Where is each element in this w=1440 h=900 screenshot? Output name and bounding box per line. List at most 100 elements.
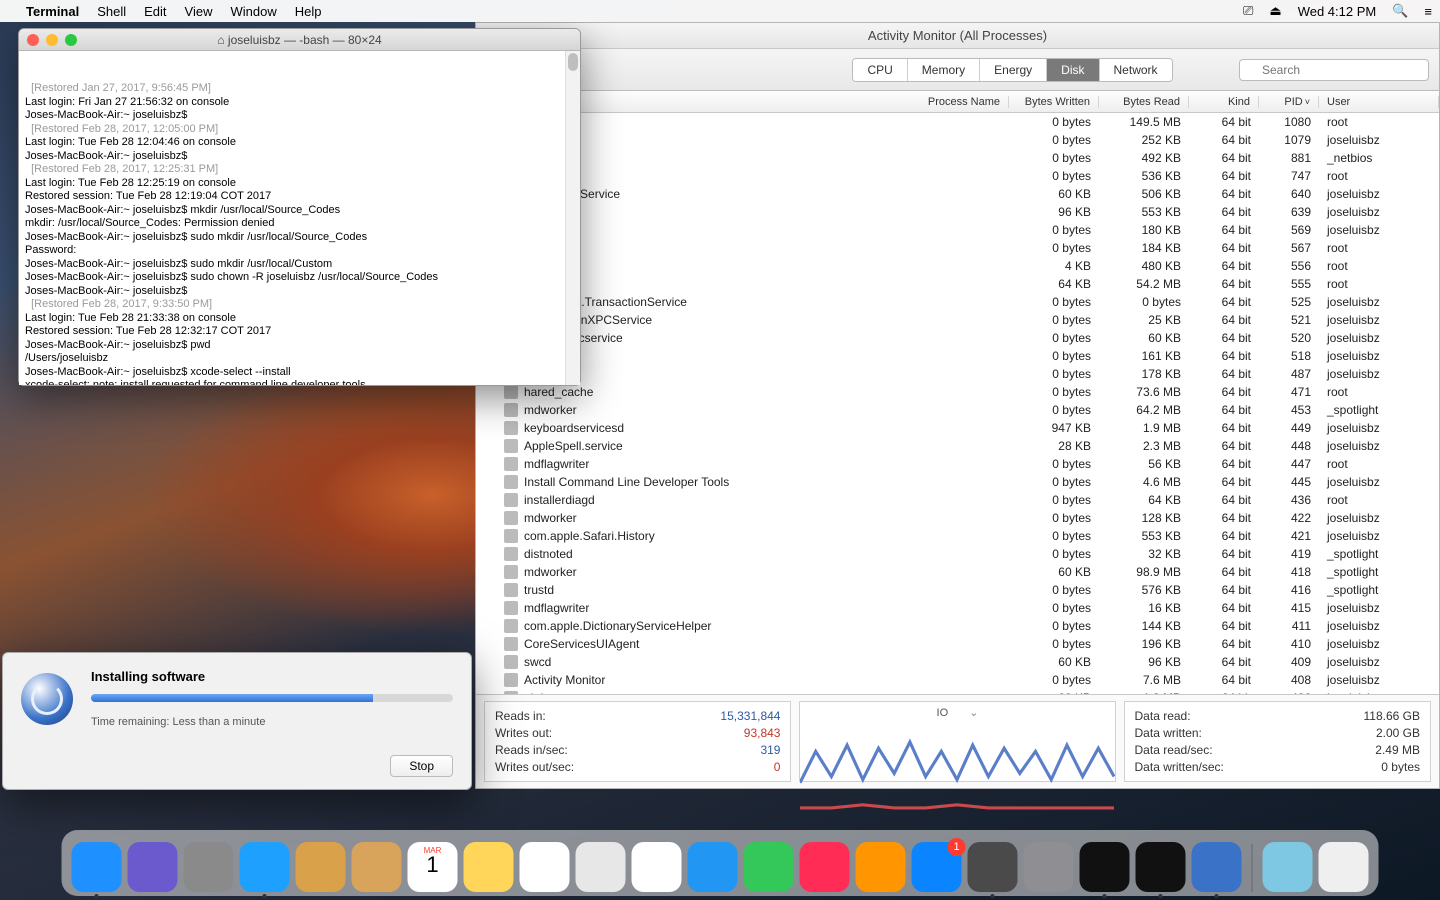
airplay-icon[interactable]: ⎚ bbox=[1243, 3, 1253, 19]
table-row[interactable]: CoreServicesUIAgent 0 bytes 196 KB 64 bi… bbox=[476, 635, 1439, 653]
stop-button[interactable]: Stop bbox=[390, 755, 453, 777]
menu-help[interactable]: Help bbox=[295, 4, 322, 19]
cell-bytes-read: 4.6 MB bbox=[1099, 475, 1189, 489]
table-row[interactable]: com.apple.DictionaryServiceHelper 0 byte… bbox=[476, 617, 1439, 635]
dock-downloads[interactable] bbox=[1263, 842, 1313, 892]
table-row[interactable]: mdflagwriter 0 bytes 16 KB 64 bit 415 jo… bbox=[476, 599, 1439, 617]
notification-center-icon[interactable]: ≡ bbox=[1424, 4, 1432, 19]
menu-window[interactable]: Window bbox=[231, 4, 277, 19]
col-pid[interactable]: PID˅ bbox=[1259, 96, 1319, 108]
dock-photos[interactable] bbox=[632, 842, 682, 892]
menu-edit[interactable]: Edit bbox=[144, 4, 166, 19]
dock-installer[interactable] bbox=[1192, 842, 1242, 892]
search-input[interactable] bbox=[1239, 59, 1429, 81]
menubar: Terminal Shell Edit View Window Help ⎚ ⏏… bbox=[0, 0, 1440, 22]
table-row[interactable]: o 4 KB 480 KB 64 bit 556 root bbox=[476, 257, 1439, 275]
table-row[interactable]: tics 0 bytes 149.5 MB 64 bit 1080 root bbox=[476, 113, 1439, 131]
cell-bytes-read: 492 KB bbox=[1099, 151, 1189, 165]
table-row[interactable]: trustd 0 bytes 576 KB 64 bit 416 _spotli… bbox=[476, 581, 1439, 599]
dock-sublime[interactable] bbox=[968, 842, 1018, 892]
tab-energy[interactable]: Energy bbox=[980, 59, 1047, 81]
dock-terminal[interactable] bbox=[1080, 842, 1130, 892]
menu-shell[interactable]: Shell bbox=[97, 4, 126, 19]
table-row[interactable]: swcd 60 KB 96 KB 64 bit 409 joseluisbz bbox=[476, 653, 1439, 671]
app-menu[interactable]: Terminal bbox=[26, 4, 79, 19]
dock-finder[interactable] bbox=[72, 842, 122, 892]
dock-syspref[interactable] bbox=[1024, 842, 1074, 892]
dock-ibooks[interactable] bbox=[856, 842, 906, 892]
table-row[interactable]: er 0 bytes 184 KB 64 bit 567 root bbox=[476, 239, 1439, 257]
process-icon bbox=[504, 565, 518, 579]
process-table[interactable]: Process Name Bytes Written Bytes Read Ki… bbox=[476, 91, 1439, 694]
dock-calendar[interactable]: MAR1 bbox=[408, 842, 458, 892]
col-user[interactable]: User bbox=[1319, 96, 1439, 108]
cell-kind: 64 bit bbox=[1189, 295, 1259, 309]
menu-view[interactable]: View bbox=[185, 4, 213, 19]
table-row[interactable]: installerdiagd 0 bytes 64 KB 64 bit 436 … bbox=[476, 491, 1439, 509]
close-icon[interactable] bbox=[27, 34, 39, 46]
scrollbar-thumb[interactable] bbox=[568, 53, 578, 71]
table-row[interactable]: 0 bytes 492 KB 64 bit 881 _netbios bbox=[476, 149, 1439, 167]
graph-menu-icon[interactable]: ⌄ bbox=[969, 707, 978, 719]
table-header[interactable]: Process Name Bytes Written Bytes Read Ki… bbox=[476, 91, 1439, 113]
table-row[interactable]: 0 bytes 536 KB 64 bit 747 root bbox=[476, 167, 1439, 185]
dock-maps[interactable] bbox=[576, 842, 626, 892]
clock[interactable]: Wed 4:12 PM bbox=[1298, 4, 1377, 19]
dock-trash[interactable] bbox=[1319, 842, 1369, 892]
table-row[interactable]: distnoted 0 bytes 32 KB 64 bit 419 _spot… bbox=[476, 545, 1439, 563]
cell-kind: 64 bit bbox=[1189, 367, 1259, 381]
col-bytes-read[interactable]: Bytes Read bbox=[1099, 96, 1189, 108]
table-row[interactable]: Activity Monitor 0 bytes 7.6 MB 64 bit 4… bbox=[476, 671, 1439, 689]
table-row[interactable]: com.apple.Safari.History 0 bytes 553 KB … bbox=[476, 527, 1439, 545]
dock-messages[interactable] bbox=[688, 842, 738, 892]
dock-appstore[interactable]: 1 bbox=[912, 842, 962, 892]
col-kind[interactable]: Kind bbox=[1189, 96, 1259, 108]
dock-mail[interactable] bbox=[296, 842, 346, 892]
dock-safari[interactable] bbox=[240, 842, 290, 892]
io-graph[interactable]: IO ⌄ bbox=[799, 701, 1115, 782]
table-row[interactable]: 0 bytes 178 KB 64 bit 487 joseluisbz bbox=[476, 365, 1439, 383]
cell-bytes-written: 60 KB bbox=[1009, 187, 1099, 201]
dock-facetime[interactable] bbox=[744, 842, 794, 892]
dock-separator bbox=[1252, 844, 1253, 892]
dock-reminders[interactable] bbox=[520, 842, 570, 892]
dock-siri[interactable] bbox=[128, 842, 178, 892]
table-row[interactable]: 0 bytes 161 KB 64 bit 518 joseluisbz bbox=[476, 347, 1439, 365]
zoom-icon[interactable] bbox=[65, 34, 77, 46]
table-row[interactable]: mdworker 0 bytes 64.2 MB 64 bit 453 _spo… bbox=[476, 401, 1439, 419]
table-row[interactable]: 0 bytes 252 KB 64 bit 1079 joseluisbz bbox=[476, 131, 1439, 149]
table-row[interactable]: ervices-xpcservice 0 bytes 60 KB 64 bit … bbox=[476, 329, 1439, 347]
dock-launchpad[interactable] bbox=[184, 842, 234, 892]
terminal-titlebar[interactable]: ⌂ joseluisbz — -bash — 80×24 bbox=[19, 29, 580, 51]
dock-notes[interactable] bbox=[464, 842, 514, 892]
terminal-line: Restored session: Tue Feb 28 12:32:17 CO… bbox=[25, 325, 574, 339]
spotlight-icon[interactable]: 🔍 bbox=[1392, 3, 1408, 19]
cell-pid: 1079 bbox=[1259, 133, 1319, 147]
table-row[interactable]: AppleSpell.service 28 KB 2.3 MB 64 bit 4… bbox=[476, 437, 1439, 455]
table-row[interactable]: hared_cache 0 bytes 73.6 MB 64 bit 471 r… bbox=[476, 383, 1439, 401]
table-row[interactable]: mdworker 0 bytes 128 KB 64 bit 422 josel… bbox=[476, 509, 1439, 527]
tab-memory[interactable]: Memory bbox=[908, 59, 980, 81]
table-row[interactable]: mmerceKit.TransactionService 0 bytes 0 b… bbox=[476, 293, 1439, 311]
tab-cpu[interactable]: CPU bbox=[853, 59, 907, 81]
minimize-icon[interactable] bbox=[46, 34, 58, 46]
activity-monitor-footer: Reads in:15,331,844 Writes out:93,843 Re… bbox=[476, 694, 1439, 788]
dock-activity[interactable] bbox=[1136, 842, 1186, 892]
terminal-scrollbar[interactable] bbox=[565, 51, 580, 385]
table-row[interactable]: 64 KB 54.2 MB 64 bit 555 root bbox=[476, 275, 1439, 293]
table-row[interactable]: mdworker 60 KB 98.9 MB 64 bit 418 _spotl… bbox=[476, 563, 1439, 581]
tab-disk[interactable]: Disk bbox=[1047, 59, 1099, 81]
dock-itunes[interactable] bbox=[800, 842, 850, 892]
tab-network[interactable]: Network bbox=[1100, 59, 1172, 81]
eject-icon[interactable]: ⏏ bbox=[1269, 3, 1281, 19]
table-row[interactable]: Install Command Line Developer Tools 0 b… bbox=[476, 473, 1439, 491]
table-row[interactable]: mdflagwriter 0 bytes 56 KB 64 bit 447 ro… bbox=[476, 455, 1439, 473]
col-bytes-written[interactable]: Bytes Written bbox=[1009, 96, 1099, 108]
dock-contacts[interactable] bbox=[352, 842, 402, 892]
table-row[interactable]: 96 KB 553 KB 64 bit 639 joseluisbz bbox=[476, 203, 1439, 221]
table-row[interactable]: nesLibraryService 60 KB 506 KB 64 bit 64… bbox=[476, 185, 1439, 203]
terminal-content[interactable]: [Restored Jan 27, 2017, 9:56:45 PM]Last … bbox=[19, 51, 580, 385]
table-row[interactable]: store.PluginXPCService 0 bytes 25 KB 64 … bbox=[476, 311, 1439, 329]
table-row[interactable]: yAlert 0 bytes 180 KB 64 bit 569 joselui… bbox=[476, 221, 1439, 239]
table-row[interactable]: keyboardservicesd 947 KB 1.9 MB 64 bit 4… bbox=[476, 419, 1439, 437]
